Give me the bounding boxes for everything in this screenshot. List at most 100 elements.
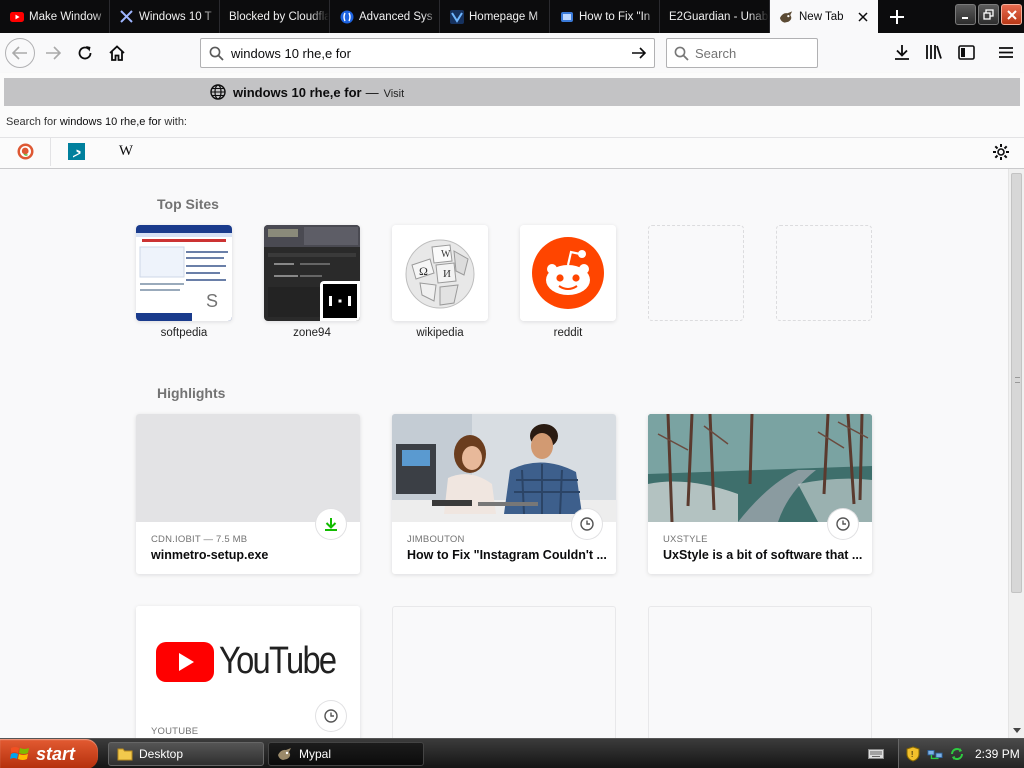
vertical-scrollbar[interactable] <box>1008 169 1024 738</box>
search-placeholder[interactable]: Search <box>695 46 736 61</box>
home-button[interactable] <box>102 38 132 68</box>
url-input[interactable]: windows 10 rhe,e for <box>231 46 624 61</box>
start-button[interactable]: start <box>0 739 98 768</box>
back-arrow-icon <box>12 46 27 60</box>
go-arrow-icon[interactable] <box>624 46 654 60</box>
url-bar[interactable]: windows 10 rhe,e for <box>200 38 655 68</box>
card-context: UXSTYLE <box>663 534 708 545</box>
tab-homepage[interactable]: Homepage M <box>440 0 550 33</box>
sidebar-button[interactable] <box>952 38 980 66</box>
card-title: winmetro-setup.exe <box>151 548 269 562</box>
close-window-button[interactable] <box>1001 4 1022 25</box>
restore-button[interactable] <box>978 4 999 25</box>
x-logo-icon <box>119 10 134 24</box>
tab-title: Advanced Sys <box>359 10 433 23</box>
sync-icon[interactable] <box>949 746 965 762</box>
keyboard-icon[interactable] <box>868 747 884 761</box>
back-button[interactable] <box>5 38 35 68</box>
highlight-card-youtube[interactable]: YouTube YOUTUBE <box>136 606 360 738</box>
minimize-button[interactable] <box>955 4 976 25</box>
clock-icon <box>572 509 602 539</box>
tab-new-tab[interactable]: New Tab <box>770 0 878 33</box>
top-site-zone94[interactable]: zone94 <box>264 225 360 339</box>
tab-title: How to Fix "In <box>579 10 651 23</box>
scrollbar-thumb[interactable] <box>1011 173 1022 593</box>
engine-bing[interactable] <box>51 138 101 166</box>
site-label: reddit <box>553 327 583 339</box>
tab-blocked-cloudflare[interactable]: Blocked by Cloudfla <box>220 0 330 33</box>
restore-icon <box>983 9 994 20</box>
tab-e2guardian[interactable]: E2Guardian - Unab <box>660 0 770 33</box>
close-icon <box>1006 9 1017 20</box>
tab-make-windows[interactable]: Make Window <box>0 0 110 33</box>
top-site-empty <box>648 225 744 321</box>
highlights-title: Highlights <box>157 385 226 401</box>
minimize-icon <box>961 16 968 19</box>
wikipedia-w-icon: W <box>118 143 134 159</box>
tab-how-to-fix[interactable]: How to Fix "In <box>550 0 660 33</box>
tab-title: Blocked by Cloudfla <box>229 10 329 23</box>
site-label: softpedia <box>160 327 208 339</box>
reload-button[interactable] <box>70 38 100 68</box>
dropdown-visit-row[interactable]: windows 10 rhe,e for — Visit <box>4 78 1020 106</box>
new-tab-button[interactable] <box>882 0 912 33</box>
forward-button[interactable] <box>38 38 68 68</box>
youtube-play-icon <box>156 641 214 682</box>
highlight-card-instagram[interactable]: JIMBOUTON How to Fix "Instagram Couldn't… <box>392 414 616 574</box>
folder-icon <box>117 746 133 762</box>
search-icon <box>201 46 231 61</box>
site-label: wikipedia <box>416 327 464 339</box>
navigation-toolbar: windows 10 rhe,e for Search <box>0 33 1024 73</box>
tab-title: New Tab <box>799 10 844 23</box>
site-thumbnail: S <box>136 225 232 321</box>
clock-icon <box>316 701 346 731</box>
highlight-card-winmetro[interactable]: CDN.IOBIT — 7.5 MB winmetro-setup.exe <box>136 414 360 574</box>
menu-button[interactable] <box>992 38 1020 66</box>
softpedia-badge: S <box>192 281 232 321</box>
dropdown-query: windows 10 rhe,e for <box>233 84 362 100</box>
taskbar-item-desktop[interactable]: Desktop <box>108 742 264 766</box>
engine-wikipedia[interactable]: W <box>101 138 151 166</box>
top-site-empty <box>776 225 872 321</box>
youtube-logo: YouTube <box>156 640 354 683</box>
taskbar-item-label: Desktop <box>139 747 184 761</box>
downloads-button[interactable] <box>888 38 916 66</box>
taskbar-item-mypal[interactable]: Mypal <box>268 742 424 766</box>
scroll-down-arrow-icon[interactable] <box>1011 723 1023 737</box>
tab-advanced-systemcare[interactable]: Advanced Sys <box>330 0 440 33</box>
svg-text:И: И <box>443 268 451 280</box>
top-site-softpedia[interactable]: S softpedia <box>136 225 232 339</box>
highlight-card-uxstyle[interactable]: UXSTYLE UxStyle is a bit of software tha… <box>648 414 872 574</box>
top-site-wikipedia[interactable]: Ω W И wikipedia <box>392 225 488 339</box>
security-shield-icon[interactable]: ! <box>905 746 921 762</box>
mypal-icon <box>779 10 794 24</box>
search-with-prefix: Search for <box>6 116 57 128</box>
taskbar-item-label: Mypal <box>299 747 332 761</box>
top-site-reddit[interactable]: reddit <box>520 225 616 339</box>
svg-text:Ω: Ω <box>419 264 428 278</box>
site-thumbnail <box>520 225 616 321</box>
howto-icon <box>559 10 574 24</box>
softpedia-badge-letter: S <box>205 290 218 311</box>
search-engines-row: W <box>0 137 1024 166</box>
engine-duckduckgo[interactable] <box>1 137 51 166</box>
home-icon <box>109 45 125 61</box>
search-settings-button[interactable] <box>992 143 1010 164</box>
search-icon <box>667 46 695 61</box>
download-icon <box>316 509 346 539</box>
site-thumbnail <box>264 225 360 321</box>
tab-windows-10[interactable]: Windows 10 T <box>110 0 220 33</box>
tab-title: Windows 10 T <box>139 10 212 23</box>
close-tab-icon[interactable] <box>856 10 870 24</box>
advanced-systemcare-icon <box>339 10 354 24</box>
highlight-card-empty <box>392 606 616 738</box>
library-button[interactable] <box>920 38 948 66</box>
search-bar[interactable]: Search <box>666 38 818 68</box>
new-tab-page: Top Sites S softpedia zone94 Ω W И wikip… <box>0 169 1008 738</box>
svg-text:W: W <box>441 249 451 260</box>
search-with-label: Search for windows 10 rhe,e for with: <box>6 116 187 128</box>
svg-text:!: ! <box>911 750 913 759</box>
url-dropdown: windows 10 rhe,e for — Visit Search for … <box>0 73 1024 169</box>
network-icon[interactable] <box>927 746 943 762</box>
taskbar-clock[interactable]: 2:39 PM <box>975 747 1020 761</box>
